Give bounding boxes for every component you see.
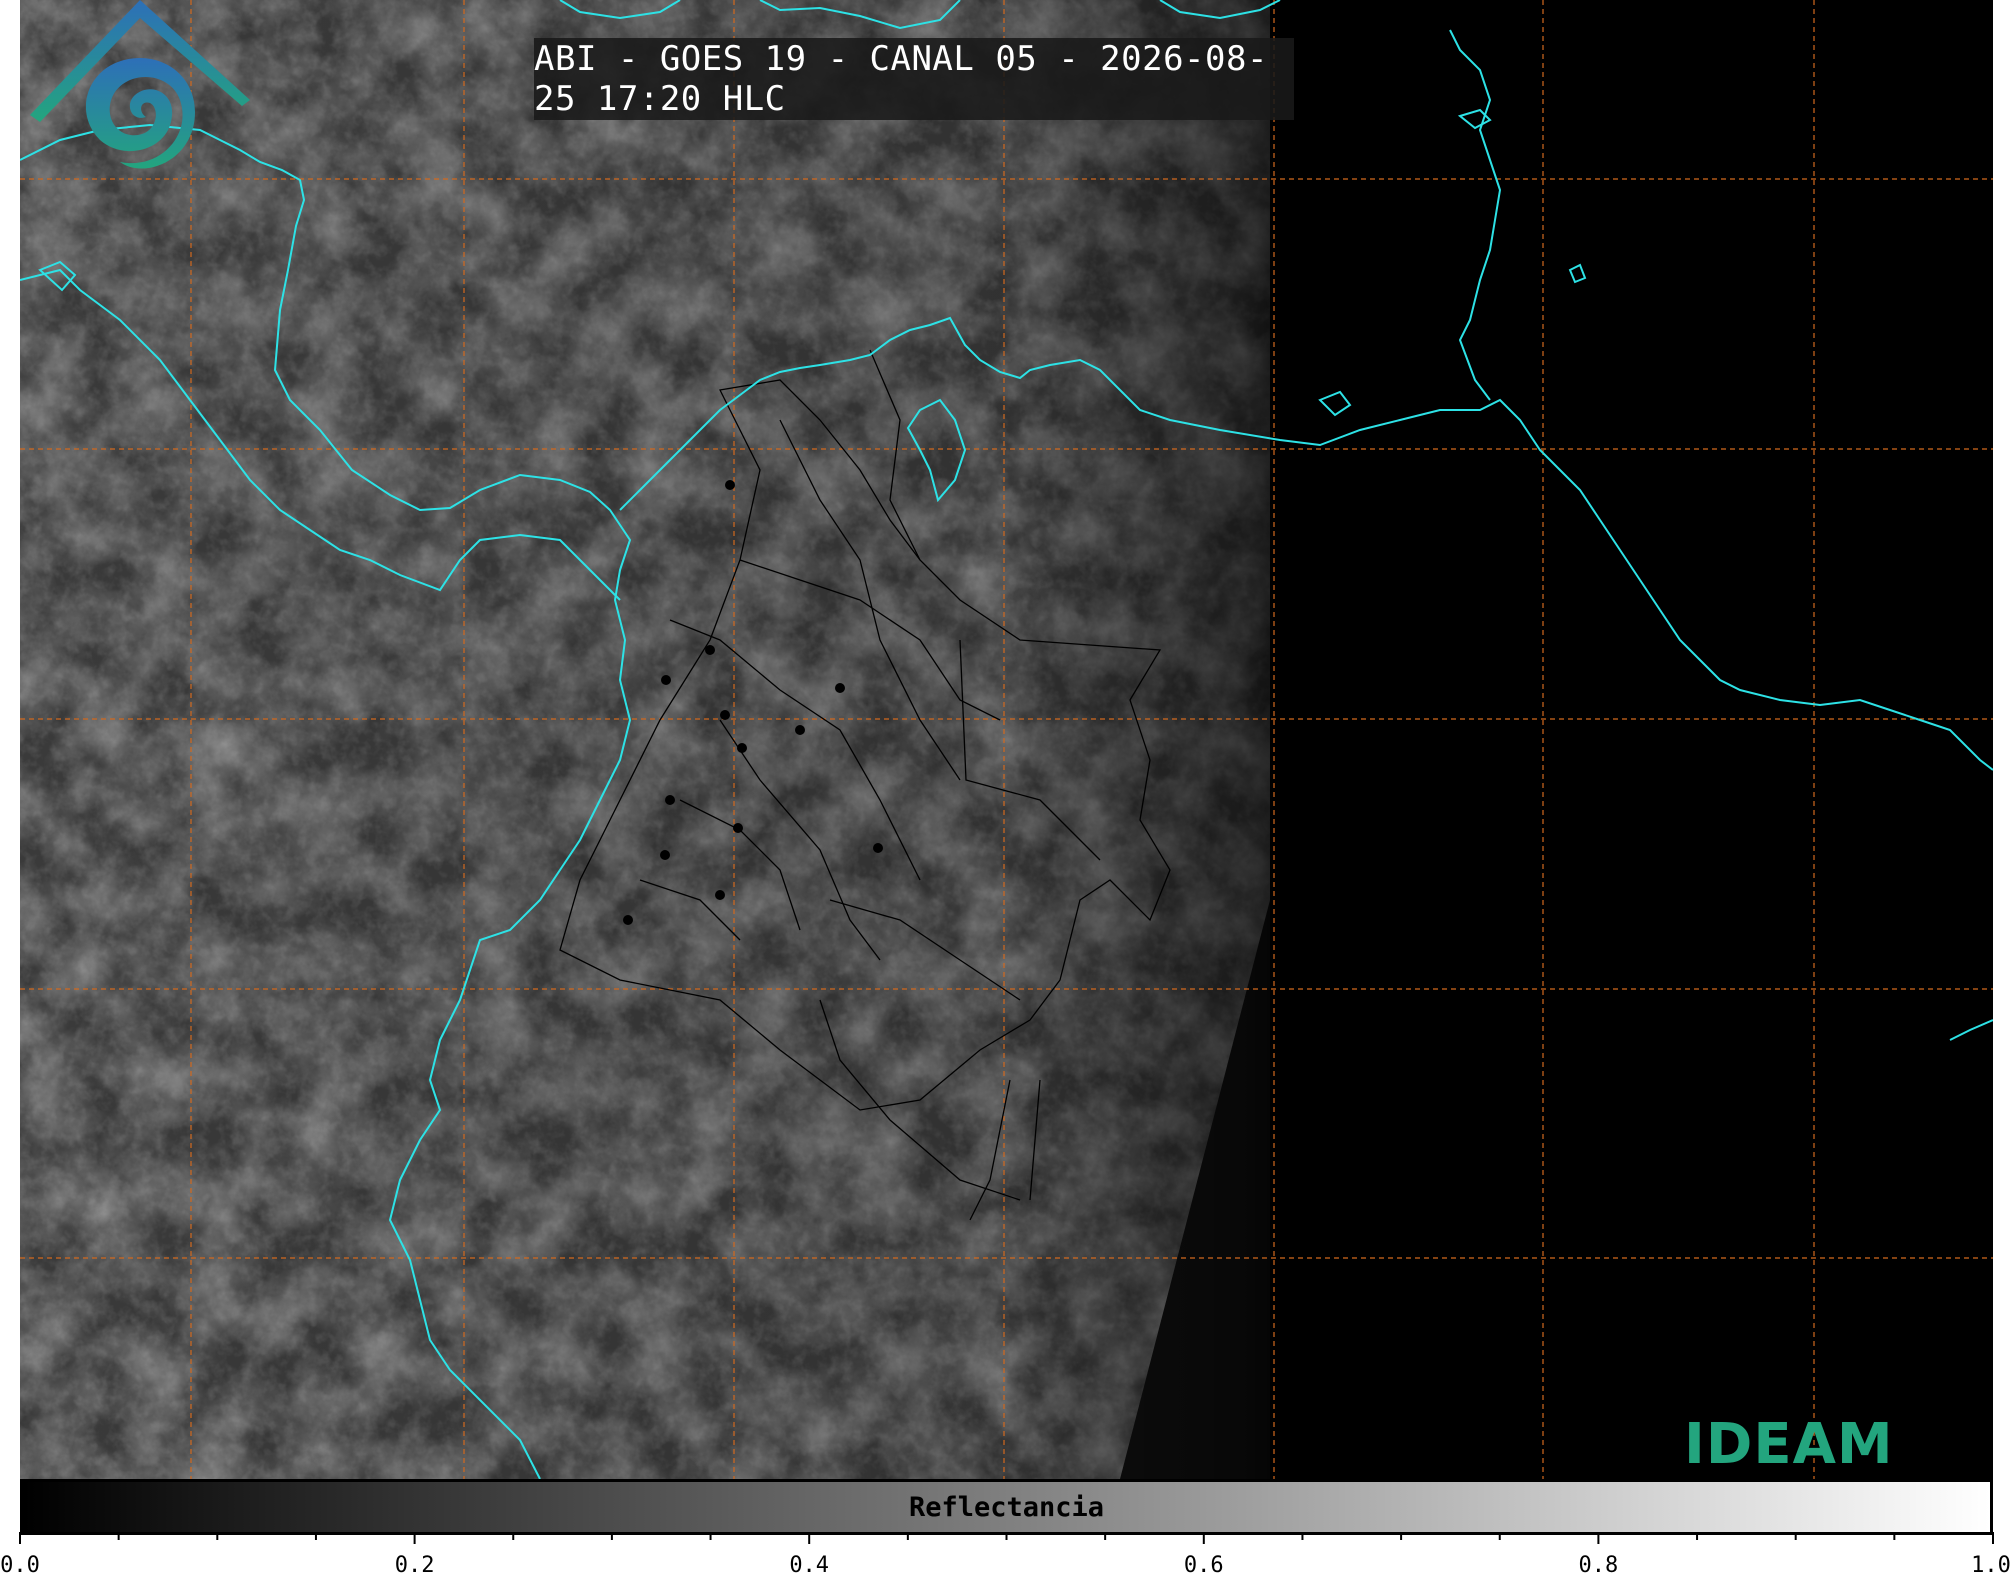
colorbar-label: Reflectancia: [908, 1491, 1105, 1523]
city-marker: [661, 675, 671, 685]
city-marker: [737, 743, 747, 753]
ideam-logo-icon: [30, 0, 250, 169]
colorbar: Reflectancia: [20, 1479, 1993, 1535]
colorbar-tick-label: 1.0: [1971, 1553, 2011, 1578]
city-marker: [835, 683, 845, 693]
colorbar-tick-label: 0.0: [0, 1553, 40, 1578]
colorbar-ticks: [19, 1532, 1994, 1544]
colorbar-tick-label: 0.4: [789, 1553, 830, 1578]
colorbar-tick-label: 0.2: [394, 1553, 435, 1578]
ideam-logo-text: IDEAM: [1684, 1412, 1894, 1477]
city-marker: [705, 645, 715, 655]
city-marker: [665, 795, 675, 805]
city-marker: [725, 480, 735, 490]
map-title: ABI - GOES 19 - CANAL 05 - 2026-08-25 17…: [534, 39, 1268, 119]
city-marker: [660, 850, 670, 860]
title-box: ABI - GOES 19 - CANAL 05 - 2026-08-25 17…: [534, 38, 1294, 120]
colorbar-tick-label: 0.6: [1183, 1553, 1224, 1578]
satellite-map: ABI - GOES 19 - CANAL 05 - 2026-08-25 17…: [20, 0, 1993, 1479]
city-marker: [715, 890, 725, 900]
city-marker: [623, 915, 633, 925]
colorbar-tick-label: 0.8: [1578, 1553, 1619, 1578]
city-marker: [795, 725, 805, 735]
city-marker: [720, 710, 730, 720]
map-canvas: [20, 0, 1993, 1479]
night-region: [1270, 0, 1993, 1479]
city-marker: [733, 823, 743, 833]
city-marker: [873, 843, 883, 853]
